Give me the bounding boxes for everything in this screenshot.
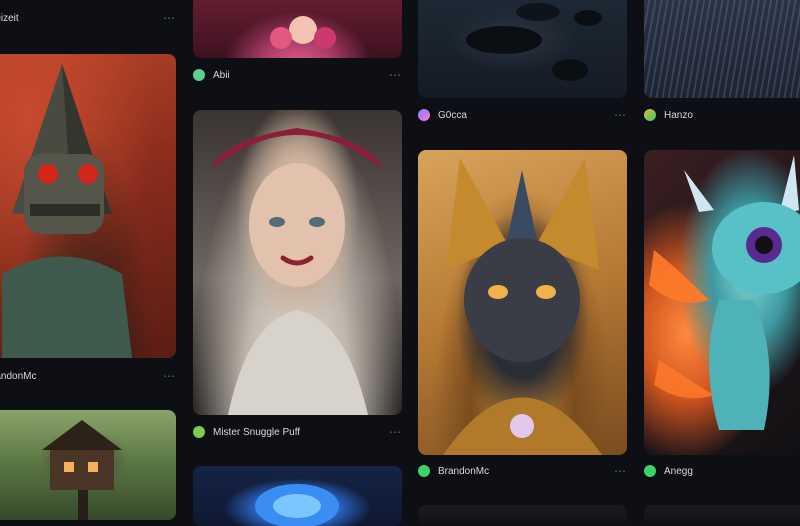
card-meta: Hanzo xyxy=(644,105,800,125)
artwork-card[interactable] xyxy=(193,0,402,58)
artwork-card[interactable] xyxy=(418,150,627,455)
gallery-column-4: Hanzo Anegg xyxy=(644,0,800,525)
username[interactable]: Mister Snuggle Puff xyxy=(213,427,300,438)
artwork-card[interactable] xyxy=(0,410,176,520)
artwork-card[interactable] xyxy=(193,110,402,415)
more-options-icon[interactable]: ⋯ xyxy=(163,12,176,24)
treehouse-art xyxy=(42,420,122,520)
user-avatar[interactable] xyxy=(418,109,430,121)
more-options-icon[interactable]: ⋯ xyxy=(614,109,627,121)
artwork-card[interactable] xyxy=(644,505,800,525)
user-avatar[interactable] xyxy=(644,465,656,477)
more-options-icon[interactable]: ⋯ xyxy=(389,426,402,438)
username[interactable]: Hanzo xyxy=(664,110,693,121)
username[interactable]: reizeit xyxy=(0,13,19,24)
cat-art xyxy=(443,158,602,455)
username[interactable]: G0cca xyxy=(438,110,467,121)
artwork-card[interactable] xyxy=(644,150,800,455)
dragon-art xyxy=(649,155,800,430)
user-avatar[interactable] xyxy=(418,465,430,477)
card-meta: Anegg xyxy=(644,461,800,481)
artwork-card[interactable] xyxy=(193,466,402,526)
user-avatar[interactable] xyxy=(644,109,656,121)
gallery-column-3: G0cca ⋯ BrandonMc ⋯ xyxy=(418,0,627,525)
gallery-column-2: Abii ⋯ Mister Snuggle Puff ⋯ xyxy=(193,0,402,526)
more-options-icon[interactable]: ⋯ xyxy=(163,370,176,382)
card-meta: BrandonMc ⋯ xyxy=(418,461,627,481)
pyramid-art xyxy=(2,64,132,358)
artwork-card[interactable] xyxy=(418,0,627,98)
user-avatar[interactable] xyxy=(193,69,205,81)
artwork-card[interactable] xyxy=(418,505,627,525)
username[interactable]: Abii xyxy=(213,70,230,81)
gallery-column-1: reizeit ⋯ randonMc ⋯ xyxy=(0,0,176,520)
username[interactable]: BrandonMc xyxy=(438,466,489,477)
portrait-art xyxy=(211,128,383,415)
card-meta: randonMc ⋯ xyxy=(0,366,176,386)
username[interactable]: randonMc xyxy=(0,371,36,382)
card-meta: reizeit ⋯ xyxy=(0,8,176,28)
card-meta: G0cca ⋯ xyxy=(418,105,627,125)
username[interactable]: Anegg xyxy=(664,466,693,477)
artwork-card[interactable] xyxy=(0,54,176,358)
artwork-card[interactable] xyxy=(644,0,800,98)
card-meta: Abii ⋯ xyxy=(193,65,402,85)
more-options-icon[interactable]: ⋯ xyxy=(389,69,402,81)
bouquet-art xyxy=(270,16,336,49)
more-options-icon[interactable]: ⋯ xyxy=(614,465,627,477)
user-avatar[interactable] xyxy=(193,426,205,438)
stones-art xyxy=(466,3,602,81)
blue-flower-art xyxy=(255,484,339,526)
card-meta: Mister Snuggle Puff ⋯ xyxy=(193,422,402,442)
